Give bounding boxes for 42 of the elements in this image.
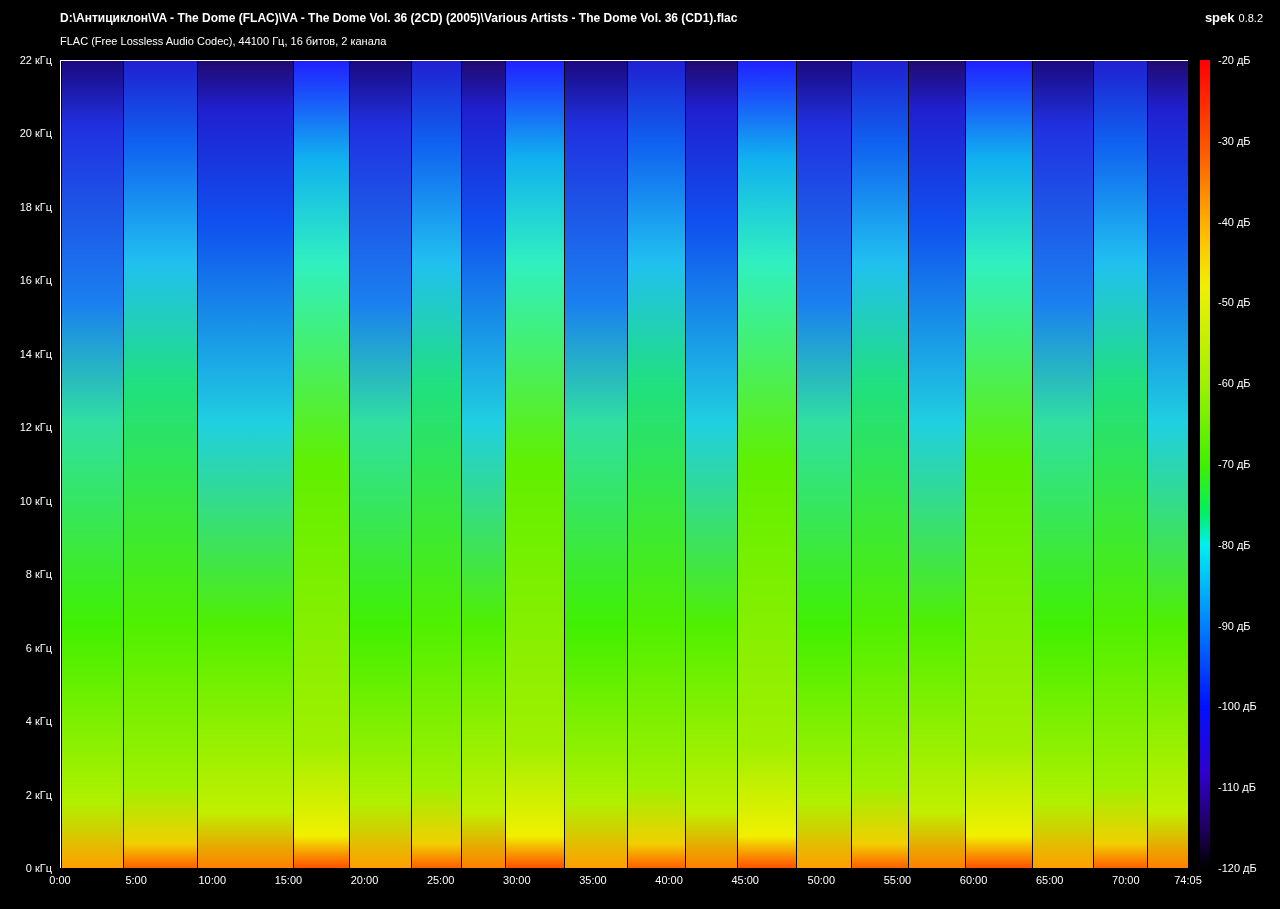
level-label: -60 дБ — [1218, 377, 1251, 390]
frequency-label: 20 кГц — [19, 127, 52, 140]
time-label: 55:00 — [883, 874, 912, 886]
frequency-label: 0 кГц — [25, 862, 52, 874]
time-label: 30:00 — [503, 874, 531, 886]
time-label: 70:00 — [1112, 874, 1140, 886]
file-path: D:\Антициклон\VA - The Dome (FLAC)\VA - The Dome Vol. 36 (2CD) (2005)\Various Artists - The Dome Vol. 36 (CD1).flac — [60, 11, 739, 25]
frequency-label: 12 кГц — [19, 421, 52, 434]
level-label: -20 дБ — [1218, 54, 1251, 66]
level-label: -80 дБ — [1218, 538, 1251, 551]
level-label: -90 дБ — [1218, 619, 1251, 632]
frequency-label: 18 кГц — [19, 200, 52, 213]
time-label: 15:00 — [274, 874, 303, 886]
time-label: 65:00 — [1035, 874, 1064, 886]
level-label: -100 дБ — [1218, 700, 1257, 713]
frequency-label: 2 кГц — [25, 788, 52, 801]
time-label: 5:00 — [125, 874, 147, 886]
time-label: 25:00 — [426, 874, 455, 886]
level-label: -50 дБ — [1218, 296, 1251, 309]
frequency-label: 4 кГц — [25, 715, 52, 728]
frequency-label: 6 кГц — [25, 641, 52, 654]
app-version: 0.8.2 — [1238, 12, 1263, 24]
time-label: 10:00 — [198, 874, 226, 886]
time-label: 50:00 — [807, 874, 836, 886]
frequency-label: 16 кГц — [19, 274, 52, 287]
frequency-label: 8 кГц — [25, 568, 52, 581]
time-label: 20:00 — [350, 874, 379, 886]
level-label: -30 дБ — [1218, 134, 1251, 147]
level-label: -40 дБ — [1218, 215, 1251, 228]
time-label: 45:00 — [731, 874, 759, 886]
time-label: 35:00 — [579, 874, 607, 886]
level-label: -110 дБ — [1218, 781, 1256, 794]
app-name: spek — [1204, 10, 1235, 25]
time-label: 74:05 — [1174, 874, 1202, 886]
level-label: -70 дБ — [1218, 458, 1251, 470]
time-label: 40:00 — [655, 874, 683, 886]
frequency-label: 10 кГц — [19, 494, 52, 507]
time-label: 60:00 — [959, 874, 988, 886]
time-label: 0:00 — [49, 874, 71, 886]
level-label: -120 дБ — [1218, 862, 1257, 874]
frequency-label: 22 кГц — [19, 54, 52, 66]
frequency-label: 14 кГц — [19, 347, 52, 360]
